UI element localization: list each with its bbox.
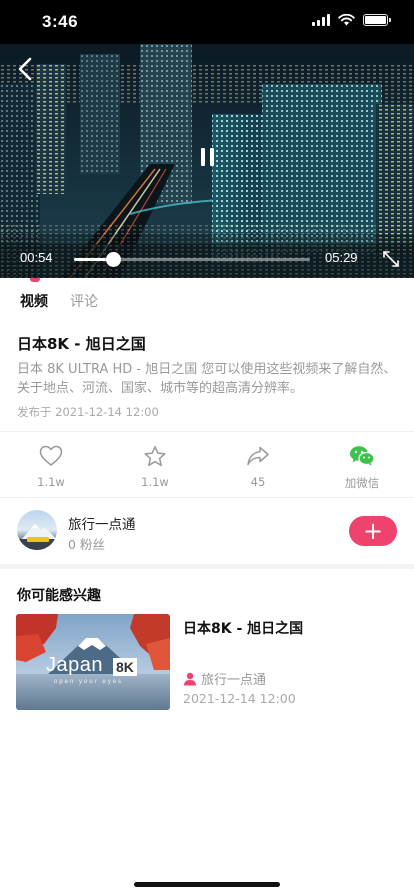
heart-icon [39, 445, 63, 466]
divider [0, 497, 414, 498]
status-bar: 3:46 [0, 0, 414, 44]
add-wechat-button[interactable]: 加微信 [332, 444, 392, 491]
pause-icon-bar [200, 148, 205, 166]
current-time: 00:54 [20, 250, 53, 265]
favorite-count: 1.1w [141, 475, 169, 489]
tab-comments[interactable]: 评论 [70, 291, 98, 311]
video-title: 日本8K - 旭日之国 [17, 335, 146, 353]
video-player[interactable]: 00:54 05:29 [0, 44, 414, 278]
author-fans-count: 0 粉丝 [68, 537, 105, 552]
thumbnail-subtext: open your eyes [54, 679, 124, 685]
total-time: 05:29 [325, 250, 358, 265]
pause-button[interactable] [196, 148, 218, 170]
publish-time: 2021-12-14 12:00 [55, 405, 159, 419]
tab-video[interactable]: 视频 [20, 291, 48, 311]
recommend-author: 旅行一点通 [183, 669, 266, 688]
battery-icon [363, 14, 391, 26]
recommend-date: 2021-12-14 12:00 [183, 691, 296, 706]
recommend-title[interactable]: 日本8K - 旭日之国 [183, 618, 303, 638]
status-time: 3:46 [42, 12, 79, 31]
fullscreen-button[interactable] [382, 250, 400, 268]
chevron-left-icon [18, 57, 32, 81]
recommend-thumbnail[interactable]: Japan 8K open your eyes [16, 614, 170, 710]
publish-prefix: 发布于 [17, 405, 52, 419]
share-count: 45 [250, 475, 266, 489]
star-icon [144, 445, 166, 466]
home-indicator [134, 882, 280, 887]
avatar-mountain-image [17, 524, 57, 550]
favorite-button[interactable]: 1.1w [125, 444, 185, 489]
add-wechat-label: 加微信 [344, 476, 380, 490]
wifi-icon [338, 14, 355, 26]
cellular-signal-icon [312, 14, 330, 26]
share-button[interactable]: 45 [228, 444, 288, 489]
video-description: 日本 8K ULTRA HD - 旭日之国 您可以使用这些视频来了解自然、关于地… [17, 362, 397, 396]
thumbnail-text: Japan [46, 654, 103, 676]
recommend-heading: 你可能感兴趣 [17, 588, 101, 604]
user-icon [184, 672, 196, 685]
progress-thumb[interactable] [105, 252, 121, 267]
like-count: 1.1w [37, 475, 65, 489]
expand-icon [383, 251, 399, 267]
recommend-author-name: 旅行一点通 [201, 673, 267, 688]
detail-tabs: 视频 评论 [0, 278, 414, 324]
status-icons [312, 14, 391, 26]
author-avatar[interactable] [17, 510, 57, 550]
like-button[interactable]: 1.1w [21, 444, 81, 489]
divider [0, 431, 414, 432]
wechat-icon [350, 446, 375, 466]
follow-button[interactable]: + [349, 516, 397, 546]
tab-active-indicator [30, 278, 40, 282]
pause-icon-bar [209, 148, 214, 166]
author-name[interactable]: 旅行一点通 [68, 513, 136, 533]
back-button[interactable] [12, 56, 38, 82]
share-icon [247, 446, 269, 466]
publish-info: 发布于 2021-12-14 12:00 [17, 404, 159, 420]
thumbnail-badge: 8K [113, 658, 137, 676]
section-separator [0, 564, 414, 569]
progress-slider[interactable] [74, 252, 310, 267]
